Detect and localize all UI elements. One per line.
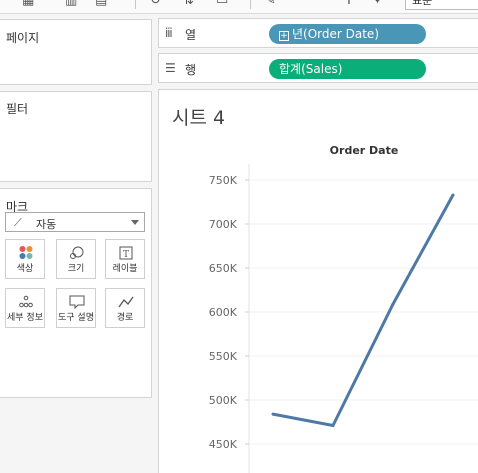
- undo-icon[interactable]: ↻: [150, 0, 161, 8]
- label-icon[interactable]: T: [345, 0, 353, 8]
- svg-text:T: T: [123, 250, 129, 260]
- toolbar-separator: [250, 0, 251, 9]
- detail-card-label: 세부 정보: [7, 313, 43, 323]
- detail-card[interactable]: 세부 정보: [5, 288, 45, 328]
- path-card-label: 경로: [116, 313, 134, 323]
- sales-series-line: [272, 194, 455, 427]
- data-point: [331, 424, 335, 427]
- sales-pill-label: 합계(Sales): [279, 62, 343, 76]
- sort-icon[interactable]: ⇅: [183, 0, 194, 8]
- highlight-icon[interactable]: ▭: [216, 0, 228, 8]
- pages-title: 페이지: [6, 31, 40, 45]
- columns-label: 열: [185, 28, 197, 42]
- y-tick-label: 750K: [209, 174, 238, 187]
- y-tick-label: 600K: [209, 306, 238, 319]
- label-card[interactable]: T 레이블: [105, 239, 145, 279]
- columns-icon: ⅲ: [165, 26, 173, 40]
- y-tick-label: 650K: [209, 262, 238, 275]
- filters-shelf[interactable]: 필터: [0, 91, 152, 182]
- y-tick-label: 550K: [209, 350, 238, 363]
- pencil-icon[interactable]: ✎: [265, 0, 276, 8]
- data-point: [451, 193, 455, 197]
- duplicate-icon[interactable]: ▥: [65, 0, 77, 8]
- color-card[interactable]: 색상: [5, 239, 45, 279]
- toolbar: ▦ ▥ ▤ ↻ ⇅ ▭ ✎ T ✦ 표준: [0, 0, 478, 14]
- clear-sheet-icon[interactable]: ▤: [95, 0, 107, 8]
- color-card-label: 색상: [16, 264, 34, 274]
- mark-type-dropdown[interactable]: ⟋ 자동: [5, 212, 145, 232]
- label-icon: T: [119, 246, 133, 260]
- chevron-down-icon: [131, 220, 139, 225]
- data-point: [271, 412, 275, 416]
- pages-shelf[interactable]: 페이지: [0, 19, 152, 85]
- tableau-workspace: ▦ ▥ ▤ ↻ ⇅ ▭ ✎ T ✦ 표준 페이지 필터 마크 ⟋ 자동 색상 크…: [0, 0, 478, 473]
- tooltip-card-label: 도구 설명: [58, 313, 94, 323]
- label-card-label: 레이블: [112, 264, 138, 274]
- rows-shelf[interactable]: ☰ 행 합계(Sales): [158, 53, 478, 83]
- path-icon: [118, 296, 134, 308]
- size-icon: [70, 246, 84, 259]
- y-tick-label: 500K: [209, 394, 238, 407]
- detail-icon: [19, 295, 33, 308]
- rows-icon: ☰: [165, 61, 176, 75]
- sales-pill[interactable]: 합계(Sales): [269, 59, 426, 79]
- tooltip-card[interactable]: 도구 설명: [56, 288, 96, 328]
- filters-title: 필터: [6, 102, 29, 116]
- toolbar-separator: [135, 0, 136, 9]
- size-card[interactable]: 크기: [56, 239, 96, 279]
- mark-type-value: 자동: [36, 218, 57, 231]
- expand-plus-icon[interactable]: +: [279, 31, 289, 41]
- data-point: [391, 302, 395, 306]
- order-date-pill[interactable]: + 년(Order Date): [269, 24, 426, 44]
- tooltip-icon: [69, 295, 85, 310]
- add-sheet-icon[interactable]: ▦: [22, 0, 34, 8]
- pin-icon[interactable]: ✦: [372, 0, 383, 8]
- columns-shelf[interactable]: ⅲ 열 + 년(Order Date): [158, 18, 478, 48]
- rows-label: 행: [185, 63, 197, 77]
- y-tick-label: 700K: [209, 218, 238, 231]
- y-tick-label: 450K: [209, 438, 238, 451]
- fit-select[interactable]: 표준: [405, 0, 478, 10]
- color-icon: [19, 246, 33, 259]
- line-mark-icon: ⟋: [14, 216, 22, 229]
- size-card-label: 크기: [67, 264, 85, 274]
- sheet-view: 시트 4 Order Date 450K 500K 550K 600K 650K 700K…: [158, 89, 478, 473]
- order-date-pill-label: 년(Order Date): [292, 27, 380, 41]
- line-chart: 450K 500K 550K 600K 650K 700K 750K: [209, 164, 478, 473]
- path-card[interactable]: 경로: [105, 288, 145, 328]
